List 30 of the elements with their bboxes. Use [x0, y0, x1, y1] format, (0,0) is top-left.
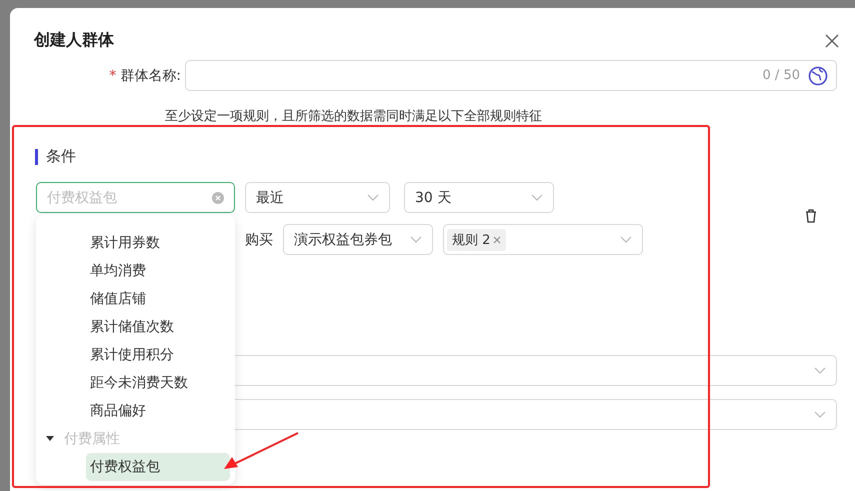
range-select[interactable]: 30 天 — [404, 182, 554, 213]
dropdown-option[interactable]: 单均消费 — [86, 257, 150, 285]
verb-label: 购买 — [245, 230, 273, 248]
dropdown-option[interactable]: 距今未消费天数 — [86, 369, 192, 397]
hint-text: 至少设定一项规则，且所筛选的数据需同时满足以下全部规则特征 — [165, 108, 543, 125]
close-icon[interactable] — [493, 236, 502, 244]
clear-icon — [212, 192, 224, 204]
chevron-down-icon — [814, 410, 826, 418]
trash-icon[interactable] — [805, 209, 817, 223]
chevron-down-icon — [367, 194, 379, 202]
dropdown-option[interactable]: 累计储值次数 — [86, 313, 178, 341]
dropdown-option[interactable]: 付费权益包 — [86, 453, 230, 481]
rules-select[interactable]: 规则 2 — [443, 224, 643, 255]
dialog-title: 创建人群体 — [34, 30, 114, 51]
package-select[interactable]: 演示权益包券包 — [283, 224, 433, 255]
section-title: 条件 — [46, 147, 76, 166]
dropdown-option[interactable]: 累计用券数 — [86, 229, 164, 257]
dropdown-option[interactable]: 累计使用积分 — [86, 341, 178, 369]
period-select[interactable]: 最近 — [245, 182, 390, 213]
rule-tag: 规则 2 — [447, 228, 506, 250]
name-label: * 群体名称: — [108, 66, 182, 84]
globe-icon — [808, 66, 828, 86]
chevron-down-icon — [531, 194, 543, 202]
close-button[interactable] — [824, 32, 840, 48]
chevron-down-icon — [620, 236, 632, 244]
dropdown-option[interactable]: 储值店铺 — [86, 285, 150, 313]
dropdown-option[interactable]: 商品偏好 — [86, 397, 150, 425]
chevron-down-icon — [814, 366, 826, 374]
chevron-down-icon — [410, 236, 422, 244]
caret-down-icon[interactable] — [46, 436, 54, 442]
